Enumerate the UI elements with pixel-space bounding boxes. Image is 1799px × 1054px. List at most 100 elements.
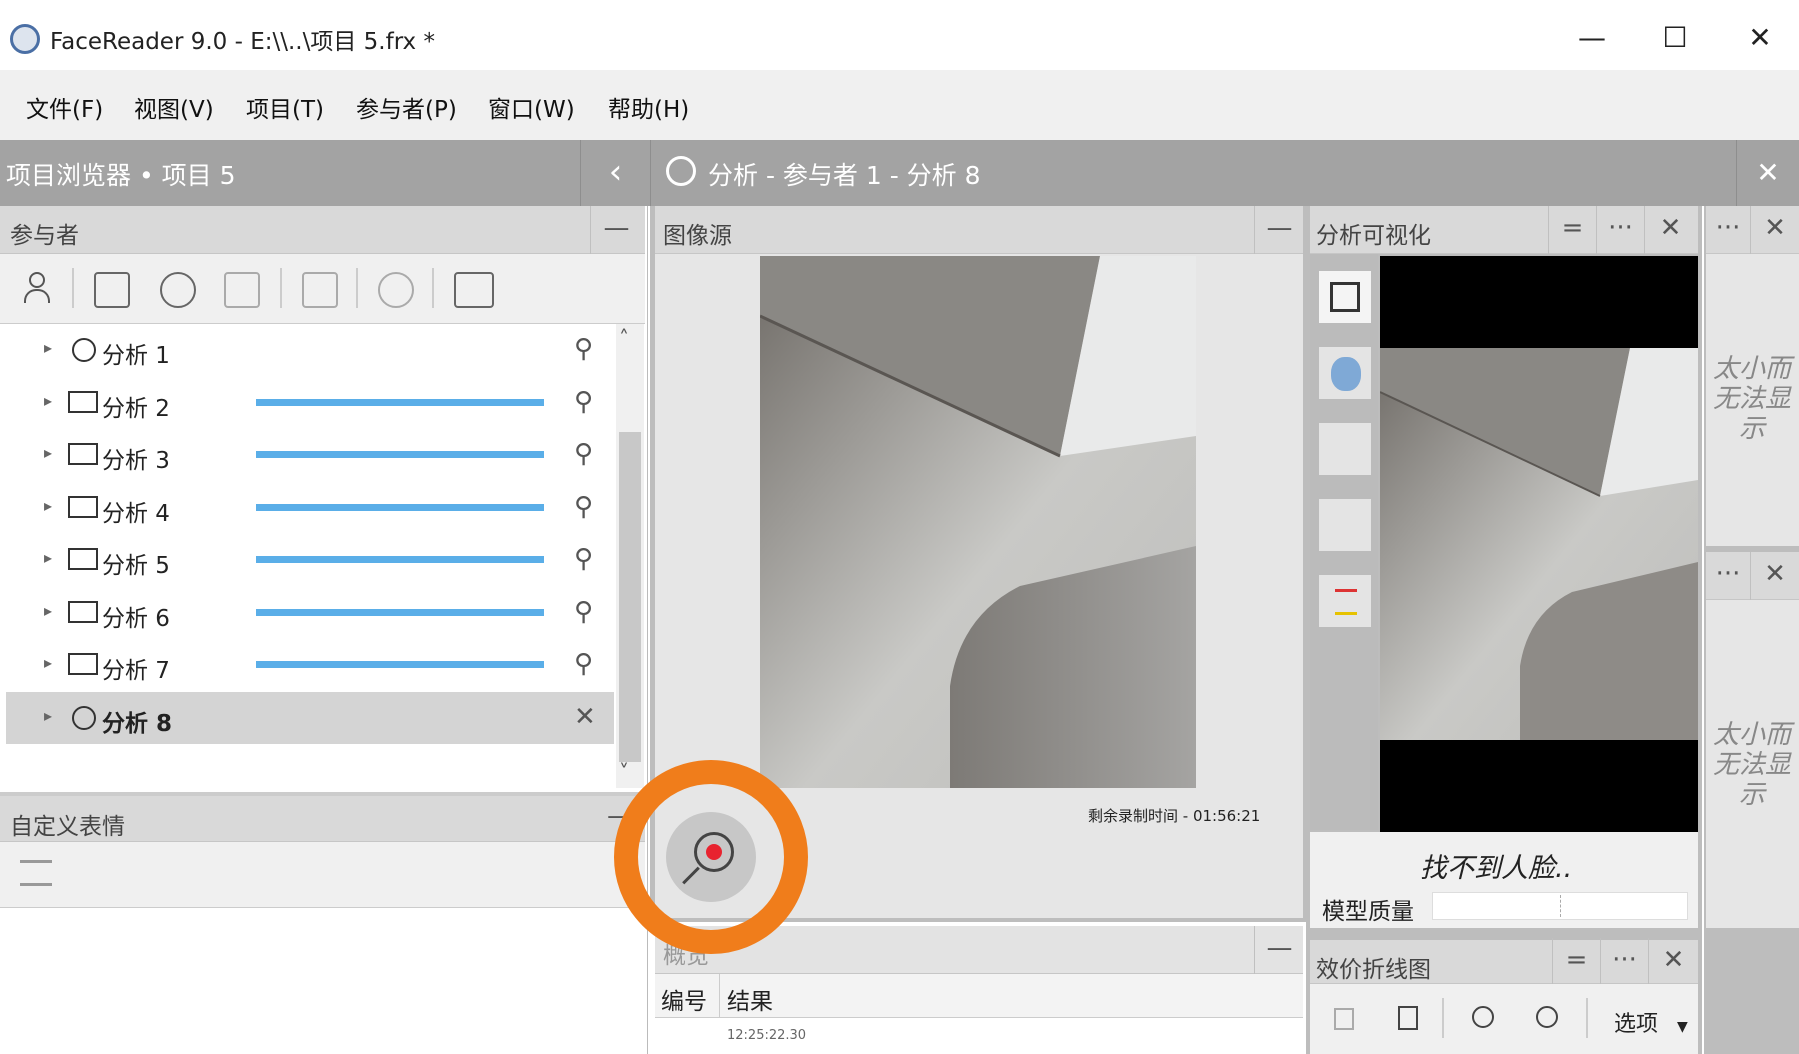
menu-window[interactable]: 窗口(W) xyxy=(488,90,575,124)
add-image-analysis-icon[interactable] xyxy=(224,272,260,308)
toolbar-separator xyxy=(72,268,74,308)
menu-file[interactable]: 文件(F) xyxy=(26,90,103,124)
analysis-progress-bar xyxy=(256,608,544,616)
search-icon[interactable]: ⚲ xyxy=(574,544,593,574)
analyze-icon[interactable] xyxy=(378,272,414,308)
add-video-analysis-icon[interactable] xyxy=(94,272,130,308)
overview-table-body: 12:25:22.30 xyxy=(655,1018,1303,1054)
record-button[interactable] xyxy=(666,812,756,902)
participant-row[interactable]: ▸ 分析 3 ⚲ xyxy=(6,429,614,481)
image-source-minimize-button[interactable]: — xyxy=(1254,206,1304,254)
participant-row-label: 分析 2 xyxy=(102,395,170,422)
search-icon[interactable]: ⚲ xyxy=(574,492,593,522)
participant-row-label: 分析 6 xyxy=(102,605,170,632)
menu-help[interactable]: 帮助(H) xyxy=(608,90,689,124)
add-participant-icon[interactable] xyxy=(22,272,54,306)
participant-row-label: 分析 1 xyxy=(102,343,170,369)
participant-row[interactable]: ▸ 分析 7 ⚲ xyxy=(6,639,614,691)
minimize-button[interactable]: — xyxy=(1562,18,1622,58)
participant-row[interactable]: ▸ 分析 1 ⚲ xyxy=(6,324,614,376)
right-panel-1-close-button[interactable]: ✕ xyxy=(1750,206,1799,254)
webcam-icon xyxy=(666,156,696,186)
overview-minimize-button[interactable]: — xyxy=(1254,926,1304,974)
film-icon xyxy=(68,548,98,570)
vis-close-button[interactable]: ✕ xyxy=(1644,206,1696,254)
expand-arrow-icon[interactable]: ▸ xyxy=(44,496,52,515)
search-icon[interactable]: ⚲ xyxy=(574,334,593,364)
calibration-icon[interactable] xyxy=(302,272,338,308)
frame-view-icon[interactable] xyxy=(1318,270,1372,324)
valence-pin-button[interactable]: = xyxy=(1552,938,1600,984)
search-icon[interactable]: ⚲ xyxy=(574,649,593,679)
analysis-progress-bar xyxy=(256,503,544,511)
close-analysis-button[interactable]: ✕ xyxy=(1736,140,1799,206)
participant-row[interactable]: ▸ 分析 4 ⚲ xyxy=(6,481,614,534)
search-icon[interactable]: ⚲ xyxy=(574,439,593,469)
collapse-browser-button[interactable]: ‹ xyxy=(580,140,650,206)
valence-close-button[interactable]: ✕ xyxy=(1648,938,1698,984)
right-panel-1-body: 太小而无法显示 xyxy=(1706,254,1799,546)
search-icon[interactable]: ⚲ xyxy=(574,387,593,417)
participant-row-label: 分析 7 xyxy=(102,658,170,684)
participant-row[interactable]: ▸ 分析 8 ✕ xyxy=(6,691,614,744)
image-source-header: 图像源 xyxy=(655,206,1303,254)
expand-arrow-icon[interactable]: ▸ xyxy=(44,391,52,410)
scroll-down-icon[interactable]: ˅ xyxy=(619,760,629,784)
film-icon xyxy=(68,390,98,413)
project-browser-header: 项目浏览器 • 项目 5 xyxy=(0,140,580,206)
too-small-message: 太小而无法显示 xyxy=(1712,720,1791,810)
overview-table-header: 编号 结果 xyxy=(655,974,1303,1018)
options-dropdown[interactable]: 选项 ▼ xyxy=(1614,1006,1688,1038)
scroll-up-icon[interactable]: ˄ xyxy=(619,326,629,350)
copy-chart-icon[interactable] xyxy=(1398,1006,1418,1030)
custom-expression-settings-icon[interactable] xyxy=(20,860,52,886)
save-chart-icon[interactable] xyxy=(1334,1008,1354,1030)
toolbar-separator xyxy=(356,268,358,308)
camera-feed-image xyxy=(760,256,1196,788)
menu-participant[interactable]: 参与者(P) xyxy=(356,90,457,124)
menu-view[interactable]: 视图(V) xyxy=(134,90,214,124)
vis-more-button[interactable]: ··· xyxy=(1596,206,1644,254)
participant-row[interactable]: ▸ 分析 2 ⚲ xyxy=(6,376,614,429)
expand-arrow-icon[interactable]: ▸ xyxy=(44,548,52,567)
face-mesh-icon[interactable] xyxy=(1318,574,1372,628)
chevron-down-icon: ▼ xyxy=(1677,1019,1688,1035)
film-icon xyxy=(68,443,98,465)
maximize-button[interactable]: ☐ xyxy=(1645,18,1705,58)
col-number[interactable]: 编号 xyxy=(661,982,707,1016)
remove-analysis-icon[interactable]: ✕ xyxy=(574,702,596,732)
toolbar-separator xyxy=(280,268,282,308)
expand-arrow-icon[interactable]: ▸ xyxy=(44,653,52,672)
record-dot-icon xyxy=(706,844,722,860)
expand-arrow-icon[interactable]: ▸ xyxy=(44,706,52,725)
analysis-progress-bar xyxy=(256,451,544,458)
right-panel-2-more-button[interactable]: ··· xyxy=(1706,552,1750,600)
search-icon[interactable]: ⚲ xyxy=(574,597,593,627)
face-outline-icon[interactable] xyxy=(1318,422,1372,476)
webcam-icon xyxy=(72,338,96,362)
zoom-out-icon[interactable] xyxy=(1472,1006,1494,1028)
webcam-icon xyxy=(72,705,96,730)
present-monitor-icon[interactable] xyxy=(454,272,494,308)
participants-minimize-button[interactable]: — xyxy=(590,206,642,254)
participant-row[interactable]: ▸ 分析 6 ⚲ xyxy=(6,586,614,639)
film-icon xyxy=(68,600,98,623)
face-model-icon[interactable] xyxy=(1318,346,1372,400)
expand-arrow-icon[interactable]: ▸ xyxy=(44,601,52,620)
scrollbar-thumb[interactable] xyxy=(619,432,641,762)
expand-arrow-icon[interactable]: ▸ xyxy=(44,443,52,462)
expand-arrow-icon[interactable]: ▸ xyxy=(44,338,52,357)
menu-project[interactable]: 项目(T) xyxy=(246,90,324,124)
right-panel-1-more-button[interactable]: ··· xyxy=(1706,206,1750,254)
right-panel-2-close-button[interactable]: ✕ xyxy=(1750,552,1799,600)
close-window-button[interactable]: ✕ xyxy=(1730,18,1790,58)
face-points-icon[interactable] xyxy=(1318,498,1372,552)
right-panel-2-body: 太小而无法显示 xyxy=(1706,600,1799,928)
participant-row[interactable]: ▸ 分析 5 ⚲ xyxy=(6,534,614,586)
zoom-in-icon[interactable] xyxy=(1536,1006,1558,1028)
vis-pin-button[interactable]: = xyxy=(1548,206,1596,254)
valence-more-button[interactable]: ··· xyxy=(1600,938,1648,984)
add-camera-analysis-icon[interactable] xyxy=(160,272,196,308)
col-result[interactable]: 结果 xyxy=(727,982,773,1016)
valence-chart-title: 效价折线图 xyxy=(1316,957,1431,983)
